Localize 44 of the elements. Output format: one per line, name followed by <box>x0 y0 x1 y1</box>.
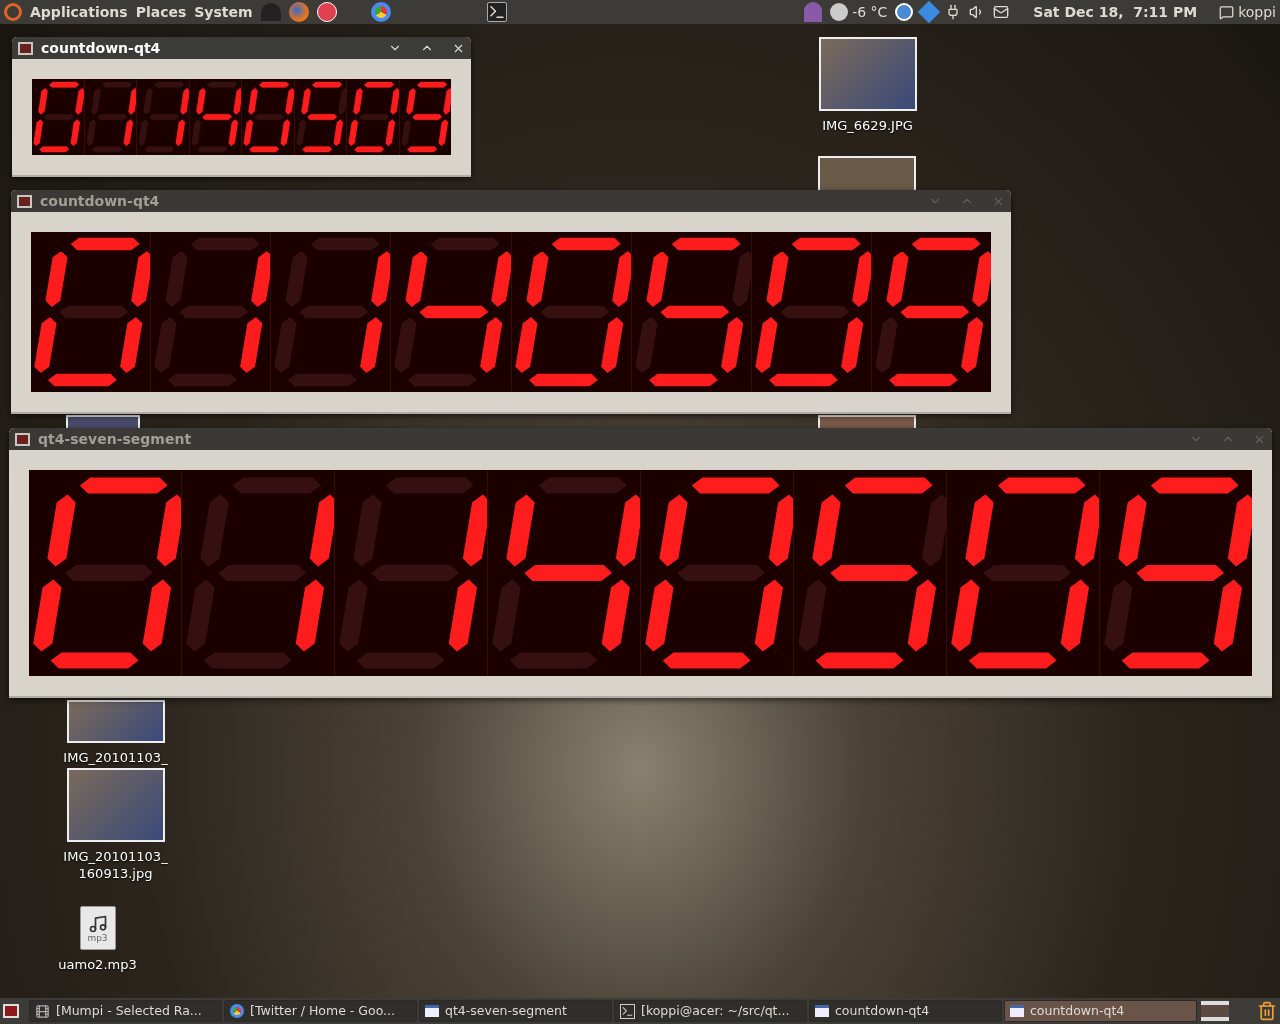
chat-icon[interactable] <box>1219 4 1235 20</box>
panel-menu[interactable]: Applications <box>30 1 128 23</box>
file-type-label: mp3 <box>87 933 108 943</box>
window-title: countdown-qt4 <box>41 39 161 57</box>
taskbar-button[interactable]: [Twitter / Home - Goo... <box>224 1000 417 1022</box>
audio-file-icon[interactable]: mp3 <box>79 906 116 950</box>
terminal-icon[interactable] <box>486 2 507 22</box>
window-title: qt4-seven-segment <box>38 430 192 448</box>
taskbar-button[interactable]: [Mumpi - Selected Ra... <box>29 1000 222 1022</box>
panel-clock[interactable]: Sat Dec 18, 7:11 PM <box>1033 1 1198 23</box>
window-icon <box>1010 1005 1024 1017</box>
panel-menu[interactable]: System <box>194 1 253 23</box>
photo-placeholder[interactable] <box>818 37 917 111</box>
file-name[interactable]: IMG_20101103_ <box>60 749 171 766</box>
photo-placeholder[interactable] <box>818 156 916 190</box>
taskbar-button[interactable]: countdown-qt4 <box>809 1000 1002 1022</box>
window-title: countdown-qt4 <box>40 192 160 210</box>
user-name[interactable]: koppi <box>1238 1 1276 23</box>
window-icon <box>815 1005 829 1017</box>
file-name[interactable]: IMG_6629.JPG <box>812 117 923 134</box>
mail-icon[interactable] <box>993 4 1010 20</box>
photo-placeholder[interactable] <box>66 768 165 842</box>
taskbar-button[interactable]: countdown-qt4 <box>1004 1000 1197 1022</box>
window-icon <box>425 1005 439 1017</box>
chrome-icon[interactable] <box>370 2 391 22</box>
file-name[interactable]: IMG_20101103_ 160913.jpg <box>60 848 171 882</box>
music-note-icon <box>87 913 108 934</box>
film-icon <box>35 1003 50 1019</box>
workspace-switcher-icon[interactable] <box>1201 1001 1229 1021</box>
show-desktop-icon[interactable] <box>3 1004 19 1018</box>
trash-icon[interactable] <box>1257 1001 1277 1021</box>
photo-placeholder[interactable] <box>66 700 165 743</box>
panel-menu[interactable]: Places <box>135 1 187 23</box>
weather-temperature[interactable]: -6 °C <box>852 1 888 23</box>
photo-placeholder[interactable] <box>818 415 916 428</box>
window-menu-icon[interactable] <box>18 41 33 55</box>
file-name[interactable]: uamo2.mp3 <box>42 956 153 973</box>
taskbar-button[interactable]: [koppi@acer: ~/src/qt... <box>614 1000 807 1022</box>
taskbar-button[interactable]: qt4-seven-segment <box>419 1000 612 1022</box>
window-menu-icon[interactable] <box>15 432 30 446</box>
window-menu-icon[interactable] <box>17 194 32 208</box>
photo-placeholder[interactable] <box>66 415 140 428</box>
browser-icon <box>230 1004 244 1018</box>
terminal-icon <box>620 1003 635 1019</box>
